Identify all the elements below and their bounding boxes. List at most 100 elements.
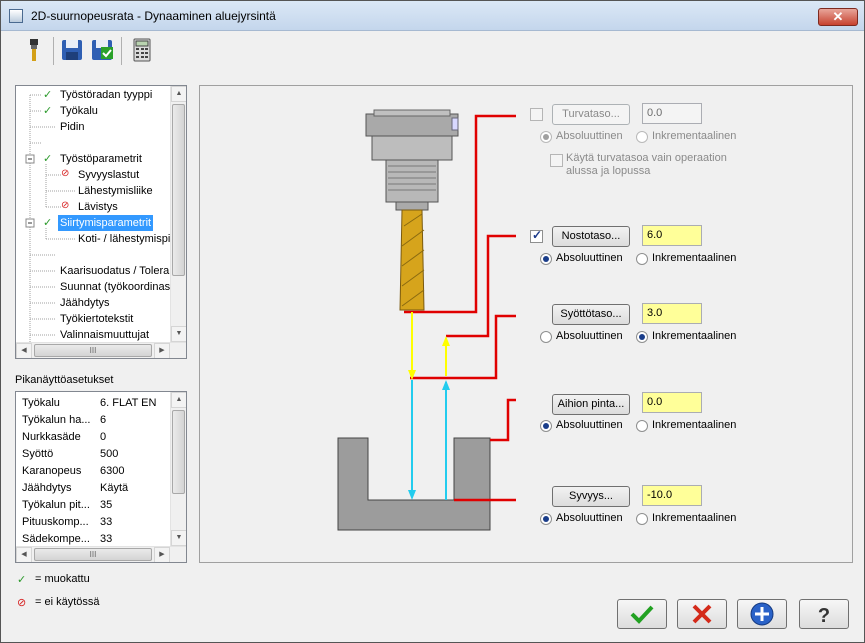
quick-row-value: 6300 <box>100 465 125 477</box>
quick-horizontal-scrollbar[interactable]: ◀ III ▶ <box>16 546 186 562</box>
check-icon <box>630 605 654 624</box>
clearance-checkbox[interactable] <box>530 108 543 121</box>
scroll-up-arrow-icon[interactable]: ▲ <box>171 86 186 102</box>
scroll-right-arrow-icon[interactable]: ▶ <box>154 547 170 562</box>
tree-item[interactable]: Jäähdytys <box>60 295 110 311</box>
disabled-icon: ⊘ <box>17 597 27 609</box>
clearance-absolute-label: Absoluuttinen <box>556 130 623 142</box>
tree-item[interactable]: Työstöparametrit <box>60 151 142 167</box>
clearance-value-field[interactable]: 0.0 <box>642 103 702 124</box>
tree-item[interactable]: Työkalu <box>60 103 98 119</box>
stock-top-value-field[interactable]: 0.0 <box>642 392 702 413</box>
parameter-tree[interactable]: ✓ Työstöradan tyyppi ✓ Työkalu Pidin ✓ T… <box>15 85 187 359</box>
depth-button[interactable]: Syvyys... <box>552 486 630 507</box>
tree-item[interactable]: Koti- / lähestymispi <box>78 231 170 247</box>
retract-incremental-radio[interactable] <box>636 253 648 265</box>
modified-check-icon: ✓ <box>43 105 53 117</box>
legend-modified: = muokattu <box>35 573 90 585</box>
save-as-icon[interactable] <box>89 37 115 63</box>
close-button[interactable]: ✕ <box>818 8 858 26</box>
quick-vertical-scrollbar[interactable]: ▲ ▼ <box>170 392 186 546</box>
scroll-thumb[interactable]: III <box>34 548 152 561</box>
tree-item[interactable]: Syvyyslastut <box>78 167 139 183</box>
linking-parameters-panel: Turvataso... 0.0 Absoluuttinen Inkrement… <box>199 85 853 563</box>
feed-incremental-radio[interactable] <box>636 331 648 343</box>
scroll-thumb[interactable] <box>172 410 185 494</box>
feed-absolute-label: Absoluuttinen <box>556 330 623 342</box>
tree-vertical-scrollbar[interactable]: ▲ ▼ <box>170 86 186 342</box>
feed-plane-button[interactable]: Syöttötaso... <box>552 304 630 325</box>
app-icon <box>9 9 23 23</box>
scroll-left-arrow-icon[interactable]: ◀ <box>16 547 32 562</box>
quick-view-panel: Työkalu 6. FLAT EN Työkalun ha... 6 Nurk… <box>15 391 187 563</box>
retract-absolute-radio[interactable] <box>540 253 552 265</box>
tree-item[interactable]: Kaarisuodatus / Tolera <box>60 263 169 279</box>
toolbar <box>9 33 859 69</box>
retract-checkbox[interactable] <box>530 228 543 243</box>
clearance-incremental-label: Inkrementaalinen <box>652 130 737 142</box>
tree-item[interactable]: Suunnat (työkoordinast <box>60 279 173 295</box>
linking-diagram <box>337 109 516 531</box>
scroll-up-arrow-icon[interactable]: ▲ <box>171 392 186 408</box>
quick-row-value: 6. FLAT EN <box>100 397 157 409</box>
scroll-thumb[interactable] <box>172 104 185 276</box>
feed-incremental-label: Inkrementaalinen <box>652 330 737 342</box>
clearance-incremental-radio[interactable] <box>636 131 648 143</box>
tool-icon[interactable] <box>21 37 47 63</box>
modified-check-icon: ✓ <box>17 574 27 586</box>
quick-row-key: Syöttö <box>22 448 54 460</box>
scroll-down-arrow-icon[interactable]: ▼ <box>171 530 186 546</box>
tree-item[interactable]: Valinnaismuuttujat <box>60 327 149 343</box>
top-line <box>490 398 516 442</box>
tree-horizontal-scrollbar[interactable]: ◀ III ▶ <box>16 342 186 358</box>
quick-row-key: Työkalun ha... <box>22 414 91 426</box>
depth-value-field[interactable]: -10.0 <box>642 485 702 506</box>
x-icon <box>692 604 712 624</box>
cutter-image <box>399 209 425 311</box>
quick-row-key: Työkalu <box>22 397 60 409</box>
tree-item-selected[interactable]: Siirtymisparametrit <box>58 215 154 231</box>
legend-disabled: = ei käytössä <box>35 596 100 608</box>
quick-row-key: Karanopeus <box>22 465 82 477</box>
top-incremental-radio[interactable] <box>636 420 648 432</box>
depth-incremental-radio[interactable] <box>636 513 648 525</box>
tree-item[interactable]: Lähestymisliike <box>78 183 153 199</box>
quick-row-value: Käytä <box>100 482 129 494</box>
retract-button[interactable]: Nostotaso... <box>552 226 630 247</box>
quick-view-title: Pikanäyttöasetukset <box>15 374 114 386</box>
tree-item[interactable]: Lävistys <box>78 199 118 215</box>
stock-top-button[interactable]: Aihion pinta... <box>552 394 630 415</box>
window-title: 2D-suurnopeusrata - Dynaaminen aluejyrsi… <box>31 9 276 23</box>
feed-absolute-radio[interactable] <box>540 331 552 343</box>
quick-row-value: 33 <box>100 516 113 528</box>
calculator-icon[interactable] <box>129 37 155 63</box>
cancel-button[interactable] <box>677 599 727 629</box>
scroll-right-arrow-icon[interactable]: ▶ <box>154 343 170 358</box>
top-absolute-label: Absoluuttinen <box>556 419 623 431</box>
feed-plane-value-field[interactable]: 3.0 <box>642 303 702 324</box>
clearance-button[interactable]: Turvataso... <box>552 104 630 125</box>
save-icon[interactable] <box>59 37 85 63</box>
quick-row-key: Pituuskomp... <box>22 516 89 528</box>
top-incremental-label: Inkrementaalinen <box>652 419 737 431</box>
scroll-thumb[interactable]: III <box>34 344 152 357</box>
clearance-absolute-radio[interactable] <box>540 131 552 143</box>
disabled-icon: ⊘ <box>61 168 70 179</box>
clearance-only-checkbox[interactable] <box>550 154 563 167</box>
depth-absolute-radio[interactable] <box>540 513 552 525</box>
tree-item[interactable]: Pidin <box>60 119 84 135</box>
help-button[interactable]: ? <box>799 599 849 629</box>
scroll-down-arrow-icon[interactable]: ▼ <box>171 326 186 342</box>
tree-item[interactable]: Työstöradan tyyppi <box>60 87 152 103</box>
tree-item[interactable]: Työkiertotekstit <box>60 311 133 327</box>
quick-row-value: 6 <box>100 414 107 426</box>
retract-value-field[interactable]: 6.0 <box>642 225 702 246</box>
quick-row-key: Nurkkasäde <box>22 431 81 443</box>
toolbar-separator <box>53 37 54 65</box>
disabled-icon: ⊘ <box>61 200 70 211</box>
add-button[interactable] <box>737 599 787 629</box>
quick-row-key: Jäähdytys <box>22 482 72 494</box>
scroll-left-arrow-icon[interactable]: ◀ <box>16 343 32 358</box>
ok-button[interactable] <box>617 599 667 629</box>
top-absolute-radio[interactable] <box>540 420 552 432</box>
